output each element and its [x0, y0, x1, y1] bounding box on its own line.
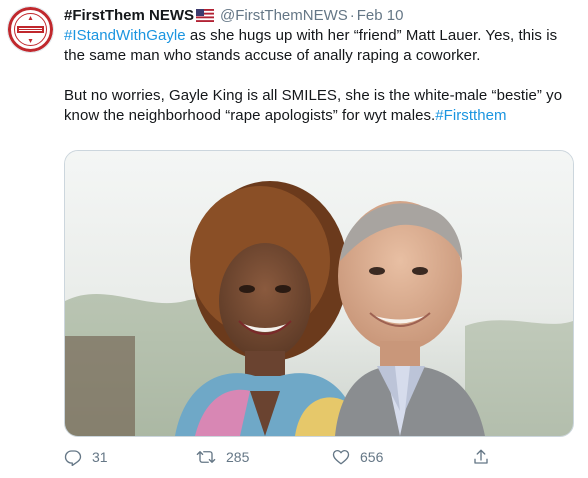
avatar[interactable] [7, 6, 54, 53]
tweet-actions: 31 285 656 [64, 444, 564, 470]
share-icon [472, 448, 490, 466]
retweet-count: 285 [226, 449, 250, 465]
tweet-text: #IStandWithGayle as she hugs up with her… [64, 26, 579, 126]
us-flag-icon [196, 8, 215, 28]
handle[interactable]: @FirstThemNEWS [220, 7, 348, 24]
reply-button[interactable]: 31 [64, 444, 108, 470]
share-button[interactable] [472, 444, 490, 470]
retweet-button[interactable]: 285 [196, 444, 249, 470]
retweet-icon [196, 448, 216, 466]
tweet-photo[interactable] [64, 150, 574, 437]
tweet-paragraph-1: #IStandWithGayle as she hugs up with her… [64, 26, 579, 66]
header-separator: · [349, 7, 355, 24]
tweet-card: #FirstThem NEWS @FirstThemNEWS · Feb 10 #I… [0, 0, 588, 478]
reply-icon [64, 448, 82, 466]
hashtag-istandwithgayle[interactable]: #IStandWithGayle [64, 27, 186, 44]
tweet-date[interactable]: Feb 10 [357, 7, 404, 24]
like-count: 656 [360, 449, 384, 465]
heart-icon [332, 448, 350, 466]
tweet-paragraph-2: But no worries, Gayle King is all SMILES… [64, 86, 579, 126]
like-button[interactable]: 656 [332, 444, 383, 470]
hashtag-firstthem[interactable]: #Firstthem [435, 107, 506, 124]
tweet-header: #FirstThem NEWS @FirstThemNEWS · Feb 10 [64, 6, 403, 26]
display-name[interactable]: #FirstThem NEWS [64, 7, 194, 24]
reply-count: 31 [92, 449, 108, 465]
